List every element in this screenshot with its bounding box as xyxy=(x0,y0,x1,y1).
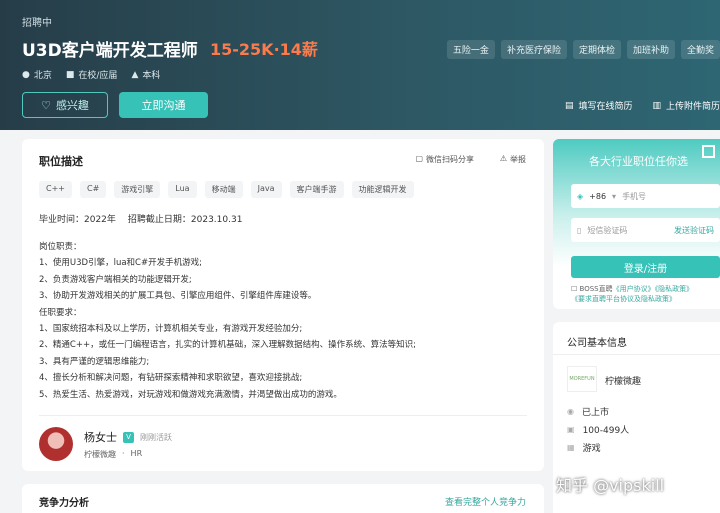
shield-icon: ◈ xyxy=(577,191,584,201)
company-name[interactable]: 柠檬微趣 xyxy=(605,374,641,387)
recruit-status: 招聘中 xyxy=(22,18,52,29)
interest-button[interactable]: ♡ 感兴趣 xyxy=(22,92,108,118)
login-button[interactable]: 登录/注册 xyxy=(571,256,720,278)
skill-tag: Java xyxy=(250,181,282,198)
hr-info: 杨女士 V 刚刚活跃 xyxy=(84,429,172,445)
desc-line: 1、国家统招本科及以上学历，计算机相关专业，有游戏开发经验加分; xyxy=(39,324,303,335)
benefit-tag: 五险一金 xyxy=(446,40,495,59)
experience: ■ 在校/应届 xyxy=(65,69,118,82)
benefit-tag: 全勤奖 xyxy=(680,40,720,59)
desc-line: 3、协助开发游戏相关的扩展工具包、引擎应用组件、引擎组件库建设等。 xyxy=(39,291,317,302)
document-icon: ▤ xyxy=(564,100,574,111)
hr-name: 杨女士 xyxy=(84,431,117,444)
phone-input[interactable]: ◈ +86 ▾ 手机号 xyxy=(571,184,720,208)
company-industry: ▦ 游戏 xyxy=(567,443,601,454)
verified-icon: V xyxy=(123,431,134,443)
report-link[interactable]: ⚠ 举报 xyxy=(500,154,526,165)
skill-tag: 游戏引擎 xyxy=(114,181,161,198)
wechat-share[interactable]: ▢ 微信扫码分享 xyxy=(415,154,474,165)
hr-role: HR xyxy=(130,449,143,458)
job-description-card: 职位描述 ▢ 微信扫码分享 ⚠ 举报 C++ C# 游戏引擎 Lua 移动端 Jav… xyxy=(22,139,544,471)
skill-tag: Lua xyxy=(168,181,197,198)
hr-company-info: 柠檬微趣 · HR xyxy=(84,449,142,460)
benefit-tag: 加班补助 xyxy=(626,40,675,59)
hr-active-status: 刚刚活跃 xyxy=(140,432,172,442)
job-description: 岗位职责： 1、使用U3D引擎，lua和C#开发手机游戏; 2、负责游戏客户端相… xyxy=(39,239,416,403)
skill-tag: 客户端手游 xyxy=(289,181,344,198)
lock-icon: ▯ xyxy=(577,225,582,235)
company-size: ▣ 100-499人 xyxy=(567,425,630,436)
industry-icon: ▦ xyxy=(567,443,575,452)
company-stage: ◉ 已上市 xyxy=(567,407,609,418)
desc-line: 1、使用U3D引擎，lua和C#开发手机游戏; xyxy=(39,258,202,269)
company-info-title: 公司基本信息 xyxy=(567,338,627,349)
login-panel: 各大行业职位任你选 ◈ +86 ▾ 手机号 ▯ 短信验证码 发送验证码 登录/注… xyxy=(553,139,720,309)
competition-link[interactable]: 查看完整个人竞争力 xyxy=(445,495,526,508)
job-header: 招聘中 U3D客户端开发工程师 15-25K·14薪 五险一金 补充医疗保险 定… xyxy=(0,0,720,130)
desc-line: 4、擅长分析和解决问题，有钻研探索精神和求职欲望，喜欢迎接挑战; xyxy=(39,373,303,384)
graduation-date: 毕业时间：2022年 xyxy=(39,215,116,225)
divider xyxy=(39,415,527,416)
location: ● 北京 xyxy=(22,69,52,82)
graduation-cap-icon: ▲ xyxy=(131,69,139,80)
benefit-tag: 补充医疗保险 xyxy=(500,40,567,59)
hr-company: 柠檬微趣 xyxy=(84,450,116,459)
user-agreement-link[interactable]: 《用户协议》 xyxy=(613,285,655,293)
salary: 15-25K·14薪 xyxy=(210,40,318,59)
file-icon: ▥ xyxy=(652,100,661,111)
benefit-tags: 五险一金 补充医疗保险 定期体检 加班补助 全勤奖 xyxy=(446,40,720,59)
job-dates: 毕业时间：2022年 招聘截止日期：2023.10.31 xyxy=(39,212,242,225)
benefit-tag: 定期体检 xyxy=(572,40,621,59)
skill-tag: 功能逻辑开发 xyxy=(351,181,414,198)
warning-icon: ⚠ xyxy=(499,154,507,163)
agree-checkbox[interactable]: ☐ xyxy=(571,285,577,293)
desc-line: 5、热爱生活、热爱游戏，对玩游戏和做游戏充满激情，并渴望做出成功的游戏。 xyxy=(39,389,342,400)
education: ▲ 本科 xyxy=(131,69,161,82)
divider xyxy=(553,354,720,355)
upload-resume-link[interactable]: ▥ 上传附件简历 xyxy=(652,99,720,113)
country-code[interactable]: +86 xyxy=(589,192,606,201)
agreement: ☐ BOSS直聘《用户协议》《隐私政策》 《要求直聘平台协议及隐私政策》 xyxy=(571,285,694,303)
phone-placeholder: 手机号 xyxy=(622,191,647,201)
privacy-link[interactable]: 《隐私政策》 xyxy=(655,285,694,293)
watermark: 知乎 @vipskill xyxy=(556,476,665,495)
code-placeholder: 短信验证码 xyxy=(587,225,628,235)
skill-tag: 移动端 xyxy=(204,181,243,198)
skill-tag: C++ xyxy=(39,181,72,198)
send-code-button[interactable]: 发送验证码 xyxy=(674,225,714,236)
deadline-date: 招聘截止日期：2023.10.31 xyxy=(127,215,243,225)
people-icon: ▣ xyxy=(567,425,575,434)
skill-tag: C# xyxy=(80,181,107,198)
desc-line: 岗位职责： xyxy=(39,242,82,252)
fill-resume-link[interactable]: ▤ 填写在线简历 xyxy=(564,99,633,113)
desc-line: 任职要求： xyxy=(39,307,82,318)
desc-line: 2、负责游戏客户端相关的功能逻辑开发; xyxy=(39,274,192,285)
stage-icon: ◉ xyxy=(567,407,574,416)
competition-card: 竞争力分析 查看完整个人竞争力 xyxy=(22,484,544,513)
briefcase-icon: ■ xyxy=(65,69,75,80)
resume-links: ▤ 填写在线简历 ▥ 上传附件简历 xyxy=(564,99,720,113)
platform-agreement-link[interactable]: 《要求直聘平台协议及隐私政策》 xyxy=(571,295,676,303)
desc-line: 3、具有严谨的逻辑思维能力; xyxy=(39,356,150,367)
sms-code-input[interactable]: ▯ 短信验证码 发送验证码 xyxy=(571,218,720,242)
section-title: 职位描述 xyxy=(39,155,83,168)
desc-line: 2、精通C++，或任一门编程语言，扎实的计算机基础，深入理解数据结构、操作系统、… xyxy=(39,340,416,351)
qr-code-icon[interactable] xyxy=(702,145,715,158)
company-logo[interactable]: MOREFUN xyxy=(567,366,597,392)
heart-icon: ♡ xyxy=(41,98,51,112)
login-title: 各大行业职位任你选 xyxy=(589,155,688,168)
chevron-down-icon: ▾ xyxy=(612,191,617,201)
hr-avatar[interactable] xyxy=(39,427,73,461)
competition-title: 竞争力分析 xyxy=(39,498,89,509)
job-meta: ● 北京 ■ 在校/应届 ▲ 本科 xyxy=(22,68,161,82)
chat-now-button[interactable]: 立即沟通 xyxy=(119,92,208,118)
location-icon: ● xyxy=(22,69,30,80)
skill-tags: C++ C# 游戏引擎 Lua 移动端 Java 客户端手游 功能逻辑开发 xyxy=(39,181,414,198)
separator: · xyxy=(122,449,125,458)
job-title: U3D客户端开发工程师 xyxy=(22,41,198,61)
chat-icon: ▢ xyxy=(415,154,423,163)
